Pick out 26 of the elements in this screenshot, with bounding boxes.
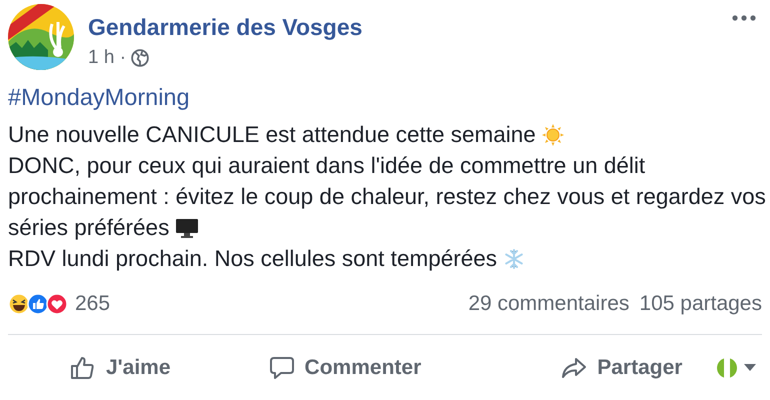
share-button[interactable]: Partager <box>561 347 682 389</box>
speech-bubble-icon <box>268 355 295 381</box>
comment-count[interactable]: 29 commentaires <box>468 292 630 316</box>
identity-selector[interactable] <box>716 357 756 379</box>
caret-icon <box>744 364 756 372</box>
share-count[interactable]: 105 partages <box>639 292 762 316</box>
thumbs-up-icon <box>70 355 96 381</box>
hashtag-link[interactable]: #MondayMorning <box>8 84 190 111</box>
post-text: prochainement : évitez le coup de chaleur, restez chez vous et regardez vos <box>8 184 766 209</box>
post-time[interactable]: 1 h · <box>88 47 126 69</box>
comment-button[interactable]: Commenter <box>268 347 422 389</box>
post-text: RDV lundi prochain. Nos cellules sont tempérées <box>8 246 497 271</box>
laughing-face-icon <box>8 293 30 315</box>
globe-icon[interactable] <box>131 49 150 67</box>
post-text: Une nouvelle CANICULE est attendue cette semaine <box>8 122 536 147</box>
more-options-button[interactable] <box>732 14 756 22</box>
page-name[interactable]: Gendarmerie des Vosges <box>88 14 362 41</box>
post-text: séries préférées <box>8 215 170 240</box>
share-arrow-icon <box>561 355 588 381</box>
post-text: DONC, pour ceux qui auraient dans l'idée de commettre un délit <box>8 153 646 178</box>
reaction-count[interactable]: 265 <box>75 292 110 316</box>
snowflake-icon <box>503 248 525 270</box>
thumbs-up-icon <box>27 293 49 315</box>
sun-icon <box>542 124 564 146</box>
monitor-icon <box>175 218 200 238</box>
like-button[interactable]: J'aime <box>70 347 171 389</box>
